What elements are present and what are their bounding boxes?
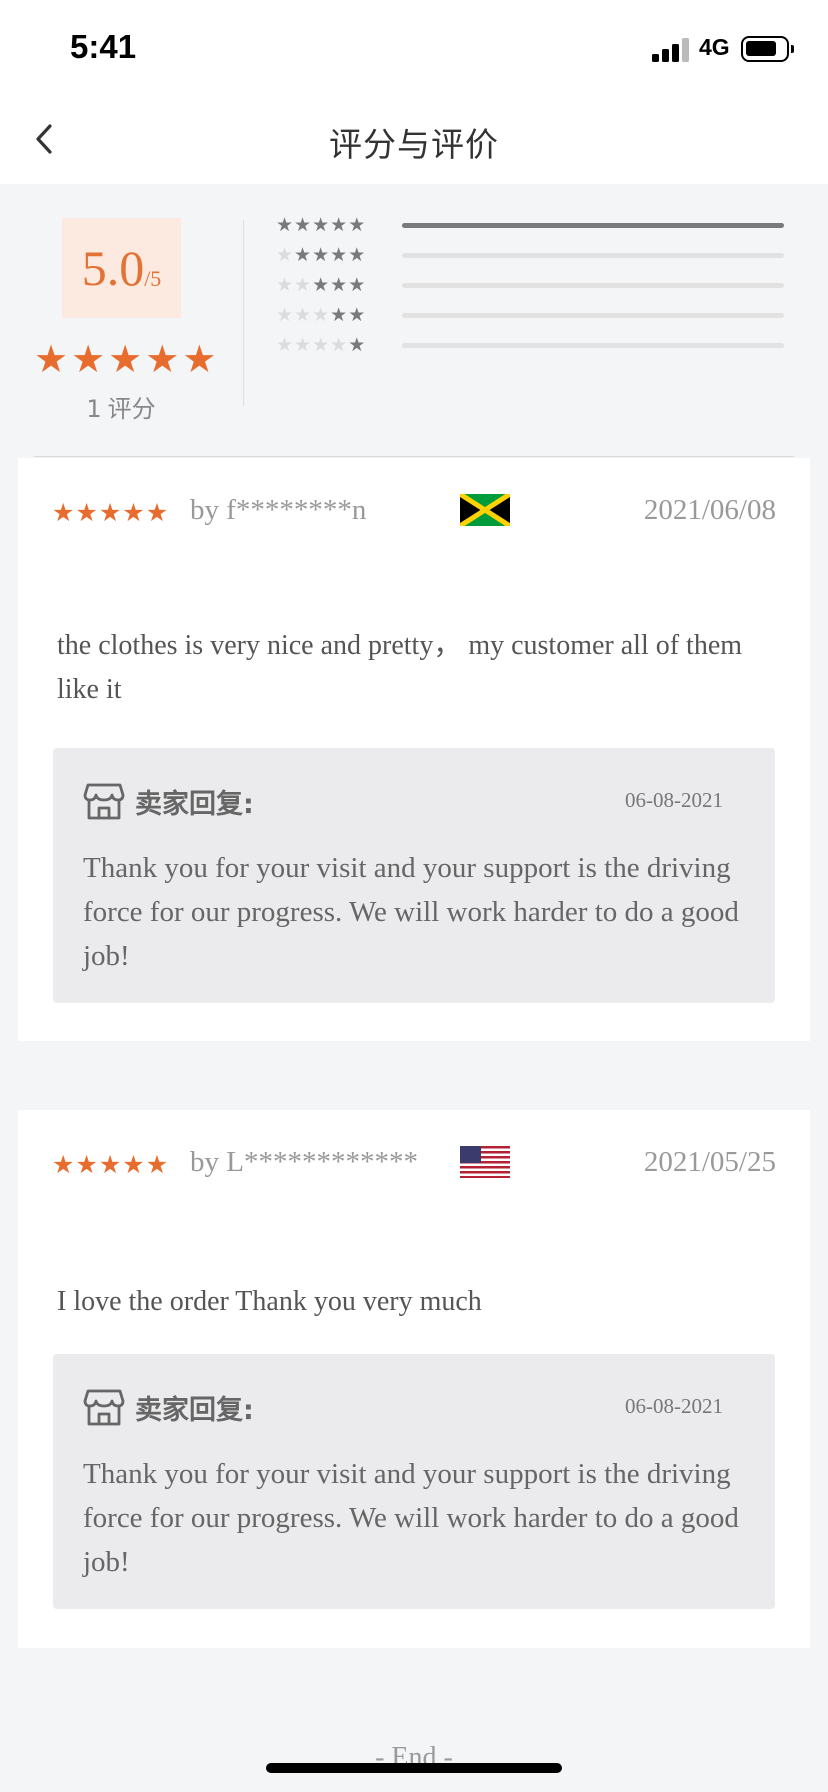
star-icon: ★: [330, 244, 348, 266]
distribution-bar-fill: [402, 223, 784, 228]
average-stars: ★ ★ ★ ★ ★: [34, 340, 216, 378]
rating-count-label: 评分: [107, 395, 156, 423]
rating-summary: 5.0 /5 ★ ★ ★ ★ ★ 1 评分 ★ ★ ★ ★ ★ ★ ★ ★ ★ ★ ★ ★ ★ ★ ★ ★ ★ ★ ★ ★ ★ ★…: [0, 184, 828, 457]
score-box: 5.0 /5: [62, 218, 181, 318]
star-icon: ★: [348, 334, 366, 356]
nav-bar: 评分与评价: [0, 96, 828, 184]
summary-divider: [243, 220, 244, 406]
distribution-stars: ★ ★ ★ ★ ★: [276, 244, 365, 266]
reply-text: Thank you for your visit and your suppor…: [83, 852, 739, 972]
star-icon: ★: [276, 214, 294, 236]
distribution-row-3-star: ★ ★ ★ ★ ★: [276, 274, 786, 296]
star-icon: ★: [294, 214, 312, 236]
rating-count: 1 评分: [0, 389, 242, 424]
divider: [34, 456, 794, 457]
distribution-stars: ★ ★ ★ ★ ★: [276, 334, 365, 356]
star-icon: ★: [294, 244, 312, 266]
status-time: 5:41: [70, 28, 137, 65]
star-icon: ★: [294, 334, 312, 356]
distribution-stars: ★ ★ ★ ★ ★: [276, 304, 365, 326]
star-icon: ★: [34, 337, 69, 381]
battery-icon: [741, 36, 794, 62]
review-card: ★ ★ ★ ★ ★ by L************ 2021/05/25 I love…: [18, 1110, 810, 1648]
network-type: 4G: [699, 34, 730, 60]
distribution-stars: ★ ★ ★ ★ ★: [276, 274, 365, 296]
star-icon: ★: [98, 1150, 122, 1179]
seller-reply: 卖家回复: 06-08-2021 Thank you for your visi…: [53, 1354, 775, 1609]
seller-reply-label: 卖家回复:: [135, 789, 254, 820]
star-icon: ★: [145, 337, 180, 381]
star-icon: ★: [71, 337, 106, 381]
store-icon: [83, 1389, 125, 1426]
reviewer-name: by f********n: [190, 494, 367, 526]
star-icon: ★: [182, 337, 217, 381]
distribution-bar: [402, 343, 784, 348]
distribution-stars: ★ ★ ★ ★ ★: [276, 214, 365, 236]
star-icon: ★: [122, 1150, 145, 1179]
star-icon: ★: [98, 498, 122, 527]
reply-date: 06-08-2021: [625, 1394, 723, 1418]
usa-flag-icon: [460, 1146, 510, 1178]
review-stars: ★ ★ ★ ★ ★: [52, 1152, 168, 1177]
star-icon: ★: [108, 337, 143, 381]
reply-text: Thank you for your visit and your suppor…: [83, 1458, 739, 1578]
review-text: I love the order Thank you very much: [57, 1286, 482, 1317]
review-date: 2021/06/08: [643, 494, 776, 526]
star-icon: ★: [348, 244, 366, 266]
star-icon: ★: [145, 498, 169, 527]
distribution-bar: [402, 283, 784, 288]
review-date: 2021/05/25: [643, 1146, 776, 1178]
star-icon: ★: [276, 304, 294, 326]
star-icon: ★: [348, 274, 366, 296]
distribution-bar: [402, 223, 784, 228]
signal-icon: [652, 38, 690, 62]
star-icon: ★: [312, 274, 330, 296]
store-icon: [83, 783, 125, 820]
jamaica-flag-icon: [460, 494, 510, 526]
star-icon: ★: [75, 498, 98, 527]
star-icon: ★: [276, 274, 294, 296]
star-icon: ★: [145, 1150, 169, 1179]
distribution-row-2-star: ★ ★ ★ ★ ★: [276, 304, 786, 326]
page-title: 评分与评价: [329, 125, 499, 164]
distribution-bar: [402, 313, 784, 318]
distribution-bar: [402, 253, 784, 258]
average-score: 5.0: [81, 240, 145, 296]
reply-date: 06-08-2021: [625, 788, 723, 812]
star-icon: ★: [348, 304, 366, 326]
star-icon: ★: [312, 214, 330, 236]
star-icon: ★: [330, 274, 348, 296]
review-card: ★ ★ ★ ★ ★ by f********n 2021/06/08 the cloth…: [18, 458, 810, 1041]
star-icon: ★: [122, 498, 145, 527]
review-text: the clothes is very nice and pretty， my …: [57, 630, 743, 705]
seller-reply-label: 卖家回复:: [135, 1395, 254, 1426]
star-icon: ★: [294, 304, 312, 326]
distribution-row-4-star: ★ ★ ★ ★ ★: [276, 244, 786, 266]
seller-reply: 卖家回复: 06-08-2021 Thank you for your visi…: [53, 748, 775, 1003]
review-stars: ★ ★ ★ ★ ★: [52, 500, 168, 525]
star-icon: ★: [312, 334, 330, 356]
star-icon: ★: [294, 274, 312, 296]
star-icon: ★: [330, 334, 348, 356]
home-indicator[interactable]: [266, 1763, 562, 1773]
distribution-row-1-star: ★ ★ ★ ★ ★: [276, 334, 786, 356]
star-icon: ★: [312, 244, 330, 266]
star-icon: ★: [276, 244, 294, 266]
star-icon: ★: [312, 304, 330, 326]
star-icon: ★: [330, 214, 348, 236]
status-bar: 5:41 4G: [0, 0, 828, 96]
star-icon: ★: [52, 498, 75, 527]
rating-count-number: 1: [86, 395, 102, 423]
score-suffix: /5: [144, 266, 162, 291]
star-icon: ★: [276, 334, 294, 356]
star-icon: ★: [348, 214, 366, 236]
star-icon: ★: [75, 1150, 98, 1179]
reviewer-name: by L************: [190, 1146, 418, 1178]
distribution-row-5-star: ★ ★ ★ ★ ★: [276, 214, 786, 236]
star-icon: ★: [330, 304, 348, 326]
star-icon: ★: [52, 1150, 75, 1179]
